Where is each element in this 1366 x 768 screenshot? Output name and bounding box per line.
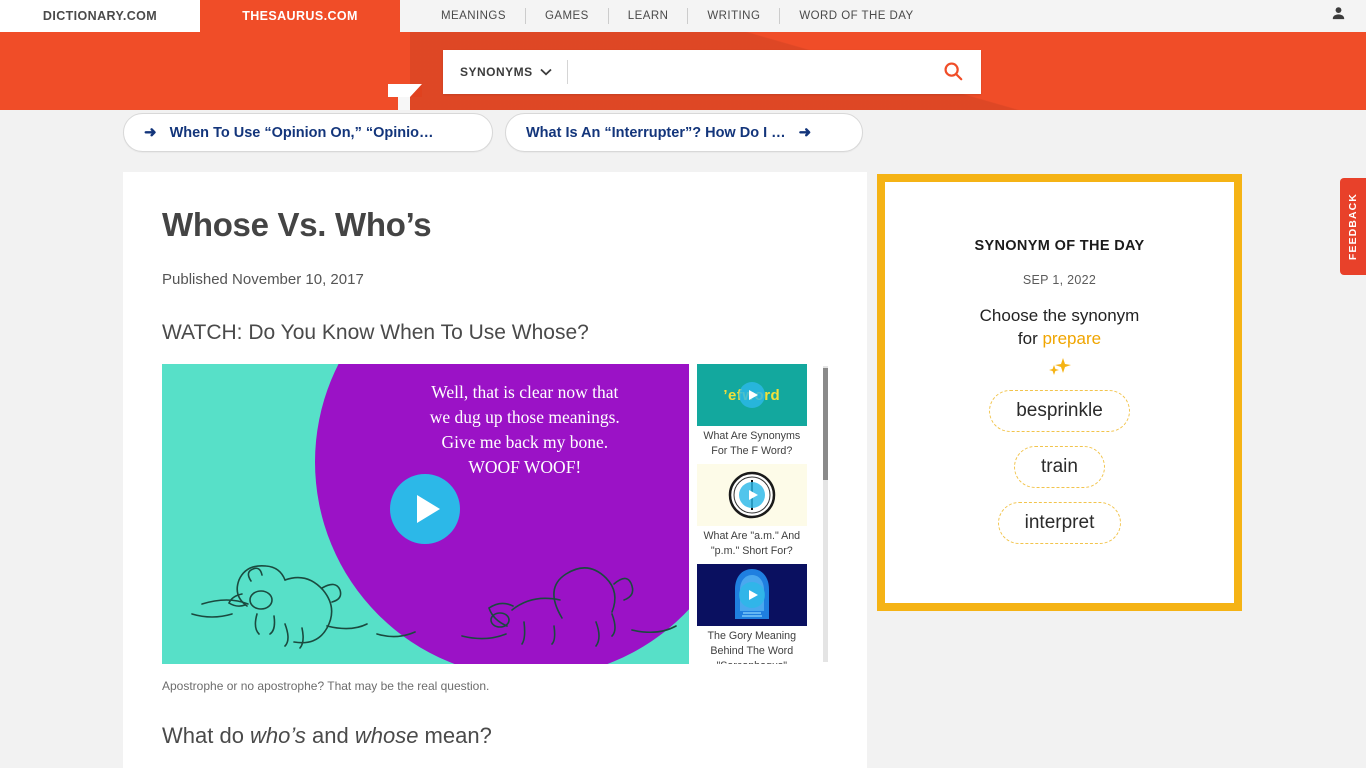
previous-article-pill[interactable]: ➜ When To Use “Opinion On,” “Opinio… <box>123 113 493 152</box>
video-caption: Well, that is clear now that we dug up t… <box>375 380 675 480</box>
section-heading-emphasis: whose <box>354 723 419 748</box>
playlist-thumbnail: ’efword <box>696 364 807 426</box>
synonym-choice-train[interactable]: train <box>1014 445 1105 488</box>
sparkle-icon <box>1047 357 1073 376</box>
nav-link-games[interactable]: GAMES <box>526 10 608 22</box>
watch-heading: WATCH: Do You Know When To Use Whose? <box>162 321 589 344</box>
synonym-choice-besprinkle[interactable]: besprinkle <box>989 389 1130 432</box>
video-caption-line: Well, that is clear now that <box>431 382 619 402</box>
search-type-dropdown[interactable]: SYNONYMS <box>443 50 567 94</box>
section-heading-part: and <box>305 723 355 748</box>
nav-link-writing[interactable]: WRITING <box>688 10 779 22</box>
nav-link-word-of-the-day[interactable]: WORD OF THE DAY <box>780 10 932 22</box>
article-pager: ➜ When To Use “Opinion On,” “Opinio… Wha… <box>123 113 863 152</box>
synonym-of-the-day-prompt: Choose the synonym for prepare <box>980 305 1140 351</box>
published-date: Published November 10, 2017 <box>162 271 364 288</box>
search-header: SYNONYMS <box>0 32 1366 110</box>
video-playlist: ’efword What Are Synonyms For The F Word… <box>696 364 828 664</box>
next-article-label: What Is An “Interrupter”? How Do I … <box>526 124 786 141</box>
thesaurus-t-logo[interactable] <box>388 84 422 110</box>
section-heading-part: mean? <box>418 723 492 748</box>
search-box: SYNONYMS <box>443 50 981 94</box>
playlist-item[interactable]: The Gory Meaning Behind The Word "Sarcop… <box>696 563 807 664</box>
prompt-target-word: prepare <box>1042 328 1102 348</box>
section-heading: What do who’s and whose mean? <box>162 723 828 749</box>
person-icon <box>1330 5 1347 27</box>
nav-link-meanings[interactable]: MEANINGS <box>422 10 525 22</box>
search-type-label: SYNONYMS <box>460 65 533 79</box>
account-button[interactable] <box>1310 0 1366 32</box>
search-submit-button[interactable] <box>925 50 981 94</box>
top-navigation-bar: DICTIONARY.COM THESAURUS.COM MEANINGS GA… <box>0 0 1366 32</box>
arrow-left-icon: ➜ <box>144 124 157 141</box>
brand-tab-thesaurus[interactable]: THESAURUS.COM <box>200 0 400 32</box>
playlist-item-label: What Are "a.m." And "p.m." Short For? <box>703 529 801 557</box>
video-player[interactable]: Well, that is clear now that we dug up t… <box>162 364 689 664</box>
playlist-thumbnail <box>696 463 807 526</box>
synonym-of-the-day-date: SEP 1, 2022 <box>1022 273 1097 287</box>
feedback-tab[interactable]: FEEDBACK <box>1340 178 1366 275</box>
previous-article-label: When To Use “Opinion On,” “Opinio… <box>169 124 434 141</box>
primary-nav-links: MEANINGS GAMES LEARN WRITING WORD OF THE… <box>400 0 1310 32</box>
prompt-prefix: Choose the synonym <box>979 306 1140 325</box>
playlist-item[interactable]: ’efword What Are Synonyms For The F Word… <box>696 364 807 459</box>
prompt-middle: for <box>1017 328 1043 348</box>
brand-tab-dictionary[interactable]: DICTIONARY.COM <box>0 0 200 32</box>
play-icon[interactable] <box>390 474 460 544</box>
brand-tab-dictionary-label: DICTIONARY.COM <box>42 9 158 23</box>
playlist-scrollbar-track[interactable] <box>823 366 828 662</box>
play-icon <box>738 382 765 408</box>
playlist-item-label: The Gory Meaning Behind The Word "Sarcop… <box>707 629 797 664</box>
figure-caption: Apostrophe or no apostrophe? That may be… <box>162 679 490 693</box>
feedback-tab-label: FEEDBACK <box>1347 192 1359 261</box>
synonym-of-the-day-inner: SYNONYM OF THE DAY SEP 1, 2022 Choose th… <box>885 182 1234 603</box>
video-caption-line: we dug up those meanings. <box>429 407 620 428</box>
search-icon <box>942 60 964 85</box>
synonym-choice-interpret[interactable]: interpret <box>997 501 1122 544</box>
chevron-down-icon <box>540 65 552 79</box>
play-icon <box>738 581 765 608</box>
section-heading-part: What do <box>162 723 251 748</box>
synonym-choices: besprinkle train interpret <box>989 389 1130 544</box>
synonym-of-the-day-title: SYNONYM OF THE DAY <box>974 238 1145 254</box>
play-icon <box>738 481 765 508</box>
playlist-item-label: What Are Synonyms For The F Word? <box>703 430 801 457</box>
article-container: Whose Vs. Who’s Published November 10, 2… <box>123 172 867 768</box>
arrow-right-icon: ➜ <box>798 124 812 141</box>
page-title: Whose Vs. Who’s <box>162 206 432 243</box>
section-heading-emphasis: who’s <box>250 723 306 748</box>
video-block: Well, that is clear now that we dug up t… <box>162 364 828 664</box>
nav-link-learn[interactable]: LEARN <box>609 10 688 22</box>
playlist-scrollbar-thumb[interactable] <box>823 368 828 480</box>
search-input[interactable] <box>567 50 925 94</box>
playlist-item[interactable]: What Are "a.m." And "p.m." Short For? <box>696 463 807 559</box>
next-article-pill[interactable]: What Is An “Interrupter”? How Do I … ➜ <box>505 113 863 152</box>
playlist-thumbnail <box>696 563 807 626</box>
synonym-of-the-day-card: SYNONYM OF THE DAY SEP 1, 2022 Choose th… <box>877 174 1242 611</box>
video-caption-line: Give me back my bone. <box>441 432 609 453</box>
brand-tab-thesaurus-label: THESAURUS.COM <box>242 9 358 23</box>
